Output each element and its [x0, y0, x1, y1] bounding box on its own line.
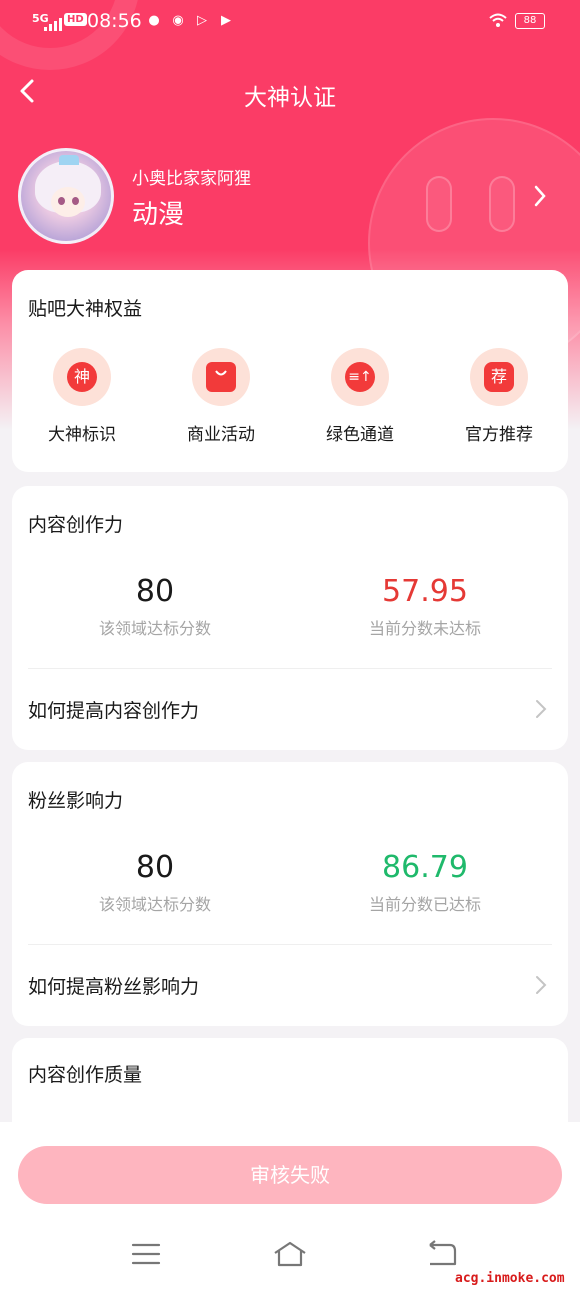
- shopping-bag-icon: [192, 348, 250, 406]
- status-bar: 5G HD 08:56 ● ◉ ▷ ▶ 88: [0, 0, 580, 44]
- profile-name: 小奥比家家阿狸: [132, 169, 251, 189]
- profile-domain: 动漫: [132, 200, 185, 230]
- divider: [28, 944, 552, 945]
- current-score: 57.95 当前分数未达标: [290, 574, 560, 639]
- current-label: 当前分数未达标: [368, 619, 481, 638]
- benefit-label: 大神标识: [48, 425, 116, 445]
- avatar: [18, 148, 114, 244]
- current-label: 当前分数已达标: [368, 895, 481, 914]
- content-quality-title: 内容创作质量: [28, 1064, 143, 1086]
- benefits-title: 贴吧大神权益: [28, 298, 143, 320]
- benefits-card: 贴吧大神权益 神 大神标识 商业活动 ≡↑ 绿色通道 荐 官方推荐: [12, 270, 568, 472]
- hd-badge: HD: [64, 13, 87, 26]
- weibo-icon: ●: [148, 13, 160, 28]
- back-nav-icon[interactable]: [426, 1240, 458, 1268]
- improve-content-creation-link[interactable]: 如何提高内容创作力: [28, 696, 199, 723]
- benefit-item[interactable]: ≡↑ 绿色通道: [300, 348, 420, 445]
- play-icon: ▷: [197, 13, 207, 28]
- battery-indicator: 88: [515, 13, 545, 29]
- chevron-right-icon[interactable]: [534, 698, 548, 720]
- notification-icons: ● ◉ ▷ ▶: [146, 13, 234, 29]
- fan-influence-card: 粉丝影响力 80 该领域达标分数 86.79 当前分数已达标 如何提高粉丝影响力: [12, 762, 568, 1026]
- fan-influence-title: 粉丝影响力: [28, 790, 124, 812]
- home-icon[interactable]: [272, 1240, 308, 1268]
- fast-lane-icon: ≡↑: [331, 348, 389, 406]
- content-creation-card: 内容创作力 80 该领域达标分数 57.95 当前分数未达标 如何提高内容创作力: [12, 486, 568, 750]
- benefit-label: 官方推荐: [465, 425, 533, 445]
- wifi-icon: [488, 12, 508, 32]
- benefit-item[interactable]: 商业活动: [161, 348, 281, 445]
- current-value: 57.95: [382, 574, 468, 609]
- benefit-item[interactable]: 荐 官方推荐: [439, 348, 559, 445]
- current-value: 86.79: [382, 850, 468, 885]
- bottom-bar: 审核失败: [0, 1122, 580, 1293]
- clock: 08:56: [87, 10, 142, 32]
- benefit-label: 商业活动: [187, 425, 255, 445]
- target-score: 80 该领域达标分数: [20, 574, 290, 639]
- weibo-icon: ◉: [172, 13, 184, 28]
- video-icon: ▶: [221, 13, 231, 28]
- chevron-right-icon: [534, 185, 546, 207]
- improve-fan-influence-link[interactable]: 如何提高粉丝影响力: [28, 972, 199, 999]
- recommend-badge-icon: 荐: [470, 348, 528, 406]
- chevron-right-icon[interactable]: [534, 974, 548, 996]
- menu-icon[interactable]: [130, 1240, 162, 1268]
- page-title: 大神认证: [244, 85, 336, 111]
- divider: [28, 668, 552, 669]
- benefit-item[interactable]: 神 大神标识: [22, 348, 142, 445]
- benefit-label: 绿色通道: [326, 425, 394, 445]
- target-label: 该领域达标分数: [98, 895, 211, 914]
- shen-badge-icon: 神: [53, 348, 111, 406]
- target-value: 80: [135, 574, 175, 609]
- target-score: 80 该领域达标分数: [20, 850, 290, 915]
- signal-icon: [44, 18, 62, 31]
- content-creation-title: 内容创作力: [28, 514, 124, 536]
- target-label: 该领域达标分数: [98, 619, 211, 638]
- current-score: 86.79 当前分数已达标: [290, 850, 560, 915]
- profile-row[interactable]: 小奥比家家阿狸 动漫: [18, 148, 558, 244]
- review-failed-button[interactable]: 审核失败: [18, 1146, 562, 1204]
- watermark: acg.inmoke.com: [455, 1271, 565, 1286]
- target-value: 80: [135, 850, 175, 885]
